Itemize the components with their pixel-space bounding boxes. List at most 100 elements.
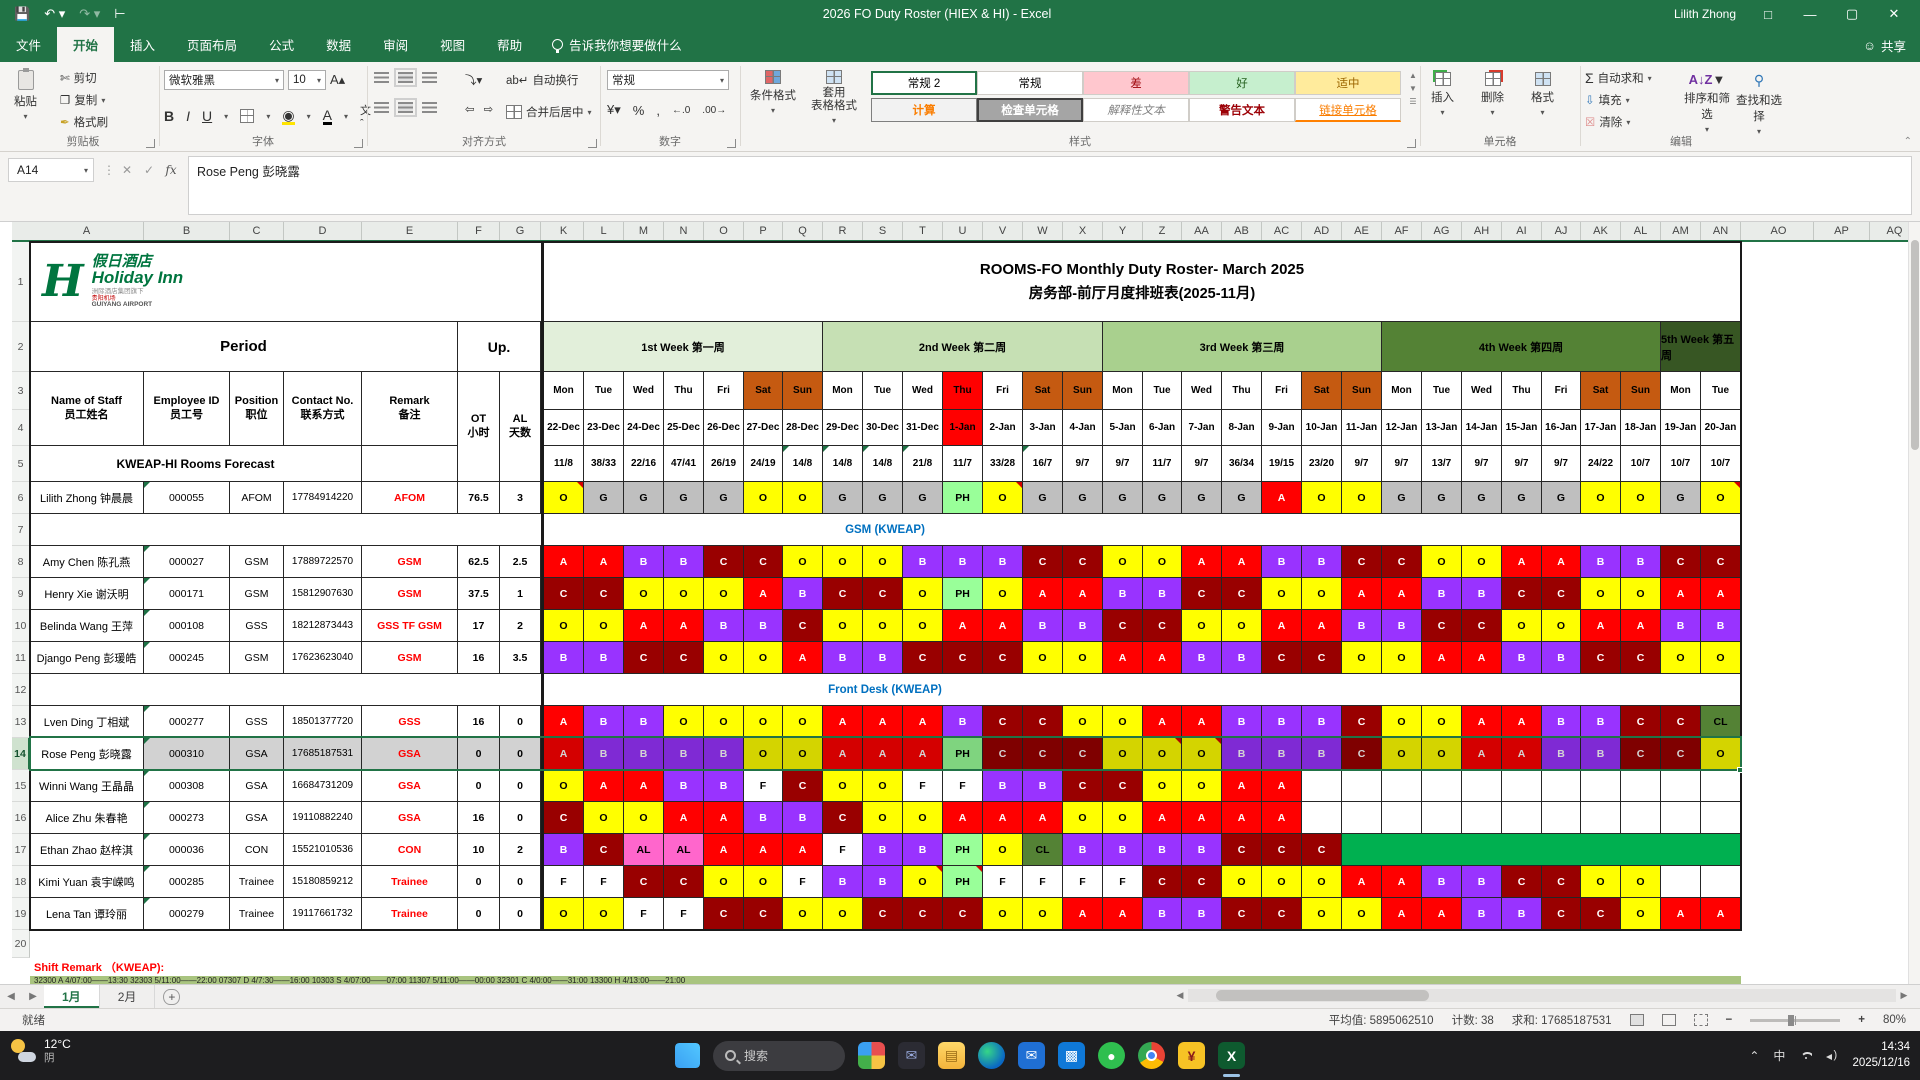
shift-cell-15-21[interactable] <box>1382 770 1422 802</box>
shift-cell-18-17[interactable]: O <box>1222 866 1262 898</box>
staff-name[interactable]: Amy Chen 陈孔燕 <box>30 546 144 578</box>
excel-icon[interactable]: X <box>1218 1042 1245 1069</box>
shift-cell-17-14[interactable]: B <box>1103 834 1143 866</box>
staff-position[interactable]: AFOM <box>230 482 284 514</box>
shift-cell-9-9[interactable]: O <box>903 578 943 610</box>
shift-cell-18-12[interactable]: F <box>1023 866 1063 898</box>
shift-cell-19-28[interactable]: A <box>1661 898 1701 930</box>
staff-remark[interactable]: GSA <box>362 802 458 834</box>
ribbon-tab-公式[interactable]: 公式 <box>253 27 310 62</box>
shift-cell-16-11[interactable]: A <box>983 802 1023 834</box>
shift-cell-9-28[interactable]: A <box>1661 578 1701 610</box>
forecast-30-Dec[interactable]: 14/8 <box>863 446 903 482</box>
staff-ot[interactable]: 37.5 <box>458 578 500 610</box>
forecast-25-Dec[interactable]: 47/41 <box>664 446 704 482</box>
shift-cell-17-6[interactable]: A <box>783 834 823 866</box>
shift-cell-19-27[interactable]: O <box>1621 898 1661 930</box>
shift-cell-18-2[interactable]: C <box>624 866 664 898</box>
shift-cell-14-20[interactable]: C <box>1342 738 1382 770</box>
shift-cell-13-17[interactable]: B <box>1222 706 1262 738</box>
forecast-8-Jan[interactable]: 36/34 <box>1222 446 1262 482</box>
shift-cell-11-13[interactable]: O <box>1063 642 1103 674</box>
shift-cell-18-26[interactable]: O <box>1581 866 1621 898</box>
shift-cell-15-9[interactable]: F <box>903 770 943 802</box>
shift-cell-18-1[interactable]: F <box>584 866 624 898</box>
taskbar-clock[interactable]: 14:34 2025/12/16 <box>1852 1040 1910 1071</box>
shift-cell-16-14[interactable]: O <box>1103 802 1143 834</box>
row-header-14[interactable]: 14 <box>12 738 30 770</box>
staff-position[interactable]: Trainee <box>230 898 284 930</box>
day-name-1-Jan[interactable]: Thu <box>943 372 983 410</box>
shift-cell-16-16[interactable]: A <box>1182 802 1222 834</box>
col-header-B[interactable]: B <box>144 222 230 240</box>
staff-name[interactable]: Ethan Zhao 赵梓淇 <box>30 834 144 866</box>
shift-cell-14-8[interactable]: A <box>863 738 903 770</box>
shift-cell-16-15[interactable]: A <box>1143 802 1182 834</box>
forecast-2-Jan[interactable]: 33/28 <box>983 446 1023 482</box>
ribbon-tab-开始[interactable]: 开始 <box>57 27 114 62</box>
shift-cell-19-0[interactable]: O <box>544 898 584 930</box>
shift-cell-8-25[interactable]: A <box>1542 546 1581 578</box>
shift-cell-19-20[interactable]: O <box>1342 898 1382 930</box>
shift-cell-16-4[interactable]: A <box>704 802 744 834</box>
staff-id[interactable]: 000277 <box>144 706 230 738</box>
col-header-V[interactable]: V <box>983 222 1023 240</box>
row-header-3[interactable]: 3 <box>12 372 30 410</box>
staff-id[interactable]: 000108 <box>144 610 230 642</box>
shift-cell-6-29[interactable]: O <box>1701 482 1741 514</box>
shift-cell-13-19[interactable]: B <box>1302 706 1342 738</box>
day-name-24-Dec[interactable]: Wed <box>624 372 664 410</box>
tab-scroll-left-icon[interactable]: ◀ <box>0 985 22 1008</box>
date-24-Dec[interactable]: 24-Dec <box>624 410 664 446</box>
shift-cell-14-29[interactable]: O <box>1701 738 1741 770</box>
style-explanatory[interactable]: 解释性文本 <box>1083 98 1189 122</box>
people-icon[interactable] <box>858 1042 885 1069</box>
shift-cell-6-15[interactable]: G <box>1143 482 1182 514</box>
shift-cell-11-15[interactable]: A <box>1143 642 1182 674</box>
date-8-Jan[interactable]: 8-Jan <box>1222 410 1262 446</box>
shift-cell-11-22[interactable]: A <box>1422 642 1462 674</box>
number-dialog-launcher-icon[interactable] <box>727 139 736 148</box>
shift-cell-13-27[interactable]: C <box>1621 706 1661 738</box>
shift-cell-19-2[interactable]: F <box>624 898 664 930</box>
shift-cell-18-23[interactable]: B <box>1462 866 1502 898</box>
forecast-24-Dec[interactable]: 22/16 <box>624 446 664 482</box>
shift-cell-14-3[interactable]: B <box>664 738 704 770</box>
shift-cell-11-3[interactable]: C <box>664 642 704 674</box>
col-header-AL[interactable]: AL <box>1621 222 1661 240</box>
shift-cell-11-21[interactable]: O <box>1382 642 1422 674</box>
date-29-Dec[interactable]: 29-Dec <box>823 410 863 446</box>
shift-cell-6-27[interactable]: O <box>1621 482 1661 514</box>
shift-cell-9-20[interactable]: A <box>1342 578 1382 610</box>
shift-cell-18-5[interactable]: O <box>744 866 783 898</box>
shift-cell-16-29[interactable] <box>1701 802 1741 834</box>
shift-cell-17-10[interactable]: PH <box>943 834 983 866</box>
date-20-Jan[interactable]: 20-Jan <box>1701 410 1741 446</box>
shift-cell-13-9[interactable]: A <box>903 706 943 738</box>
cut-button[interactable]: ✄剪切 <box>60 70 97 86</box>
zoom-out-icon[interactable]: − <box>1726 1014 1733 1026</box>
staff-position[interactable]: GSA <box>230 802 284 834</box>
staff-position[interactable]: CON <box>230 834 284 866</box>
shift-cell-19-25[interactable]: C <box>1542 898 1581 930</box>
shift-cell-19-10[interactable]: C <box>943 898 983 930</box>
day-name-5-Jan[interactable]: Mon <box>1103 372 1143 410</box>
orientation-icon[interactable]: ⤵▾ <box>465 72 482 88</box>
style-linked-cell[interactable]: 链接单元格 <box>1295 98 1401 122</box>
date-3-Jan[interactable]: 3-Jan <box>1023 410 1063 446</box>
hscroll-right-icon[interactable]: ▶ <box>1896 990 1912 1001</box>
comma-icon[interactable]: , <box>656 103 660 118</box>
undo-icon[interactable]: ↶ ▾ <box>44 6 65 22</box>
shift-cell-9-0[interactable]: C <box>544 578 584 610</box>
shift-cell-9-29[interactable]: A <box>1701 578 1741 610</box>
shift-cell-9-15[interactable]: B <box>1143 578 1182 610</box>
zoom-slider[interactable] <box>1750 1019 1840 1022</box>
shift-cell-16-5[interactable]: B <box>744 802 783 834</box>
row-header-6[interactable]: 6 <box>12 482 30 514</box>
forecast-19-Jan[interactable]: 10/7 <box>1661 446 1701 482</box>
row-header-8[interactable]: 8 <box>12 546 30 578</box>
shift-cell-19-5[interactable]: C <box>744 898 783 930</box>
shift-cell-8-17[interactable]: A <box>1222 546 1262 578</box>
staff-al[interactable]: 0 <box>500 738 541 770</box>
shift-cell-9-10[interactable]: PH <box>943 578 983 610</box>
